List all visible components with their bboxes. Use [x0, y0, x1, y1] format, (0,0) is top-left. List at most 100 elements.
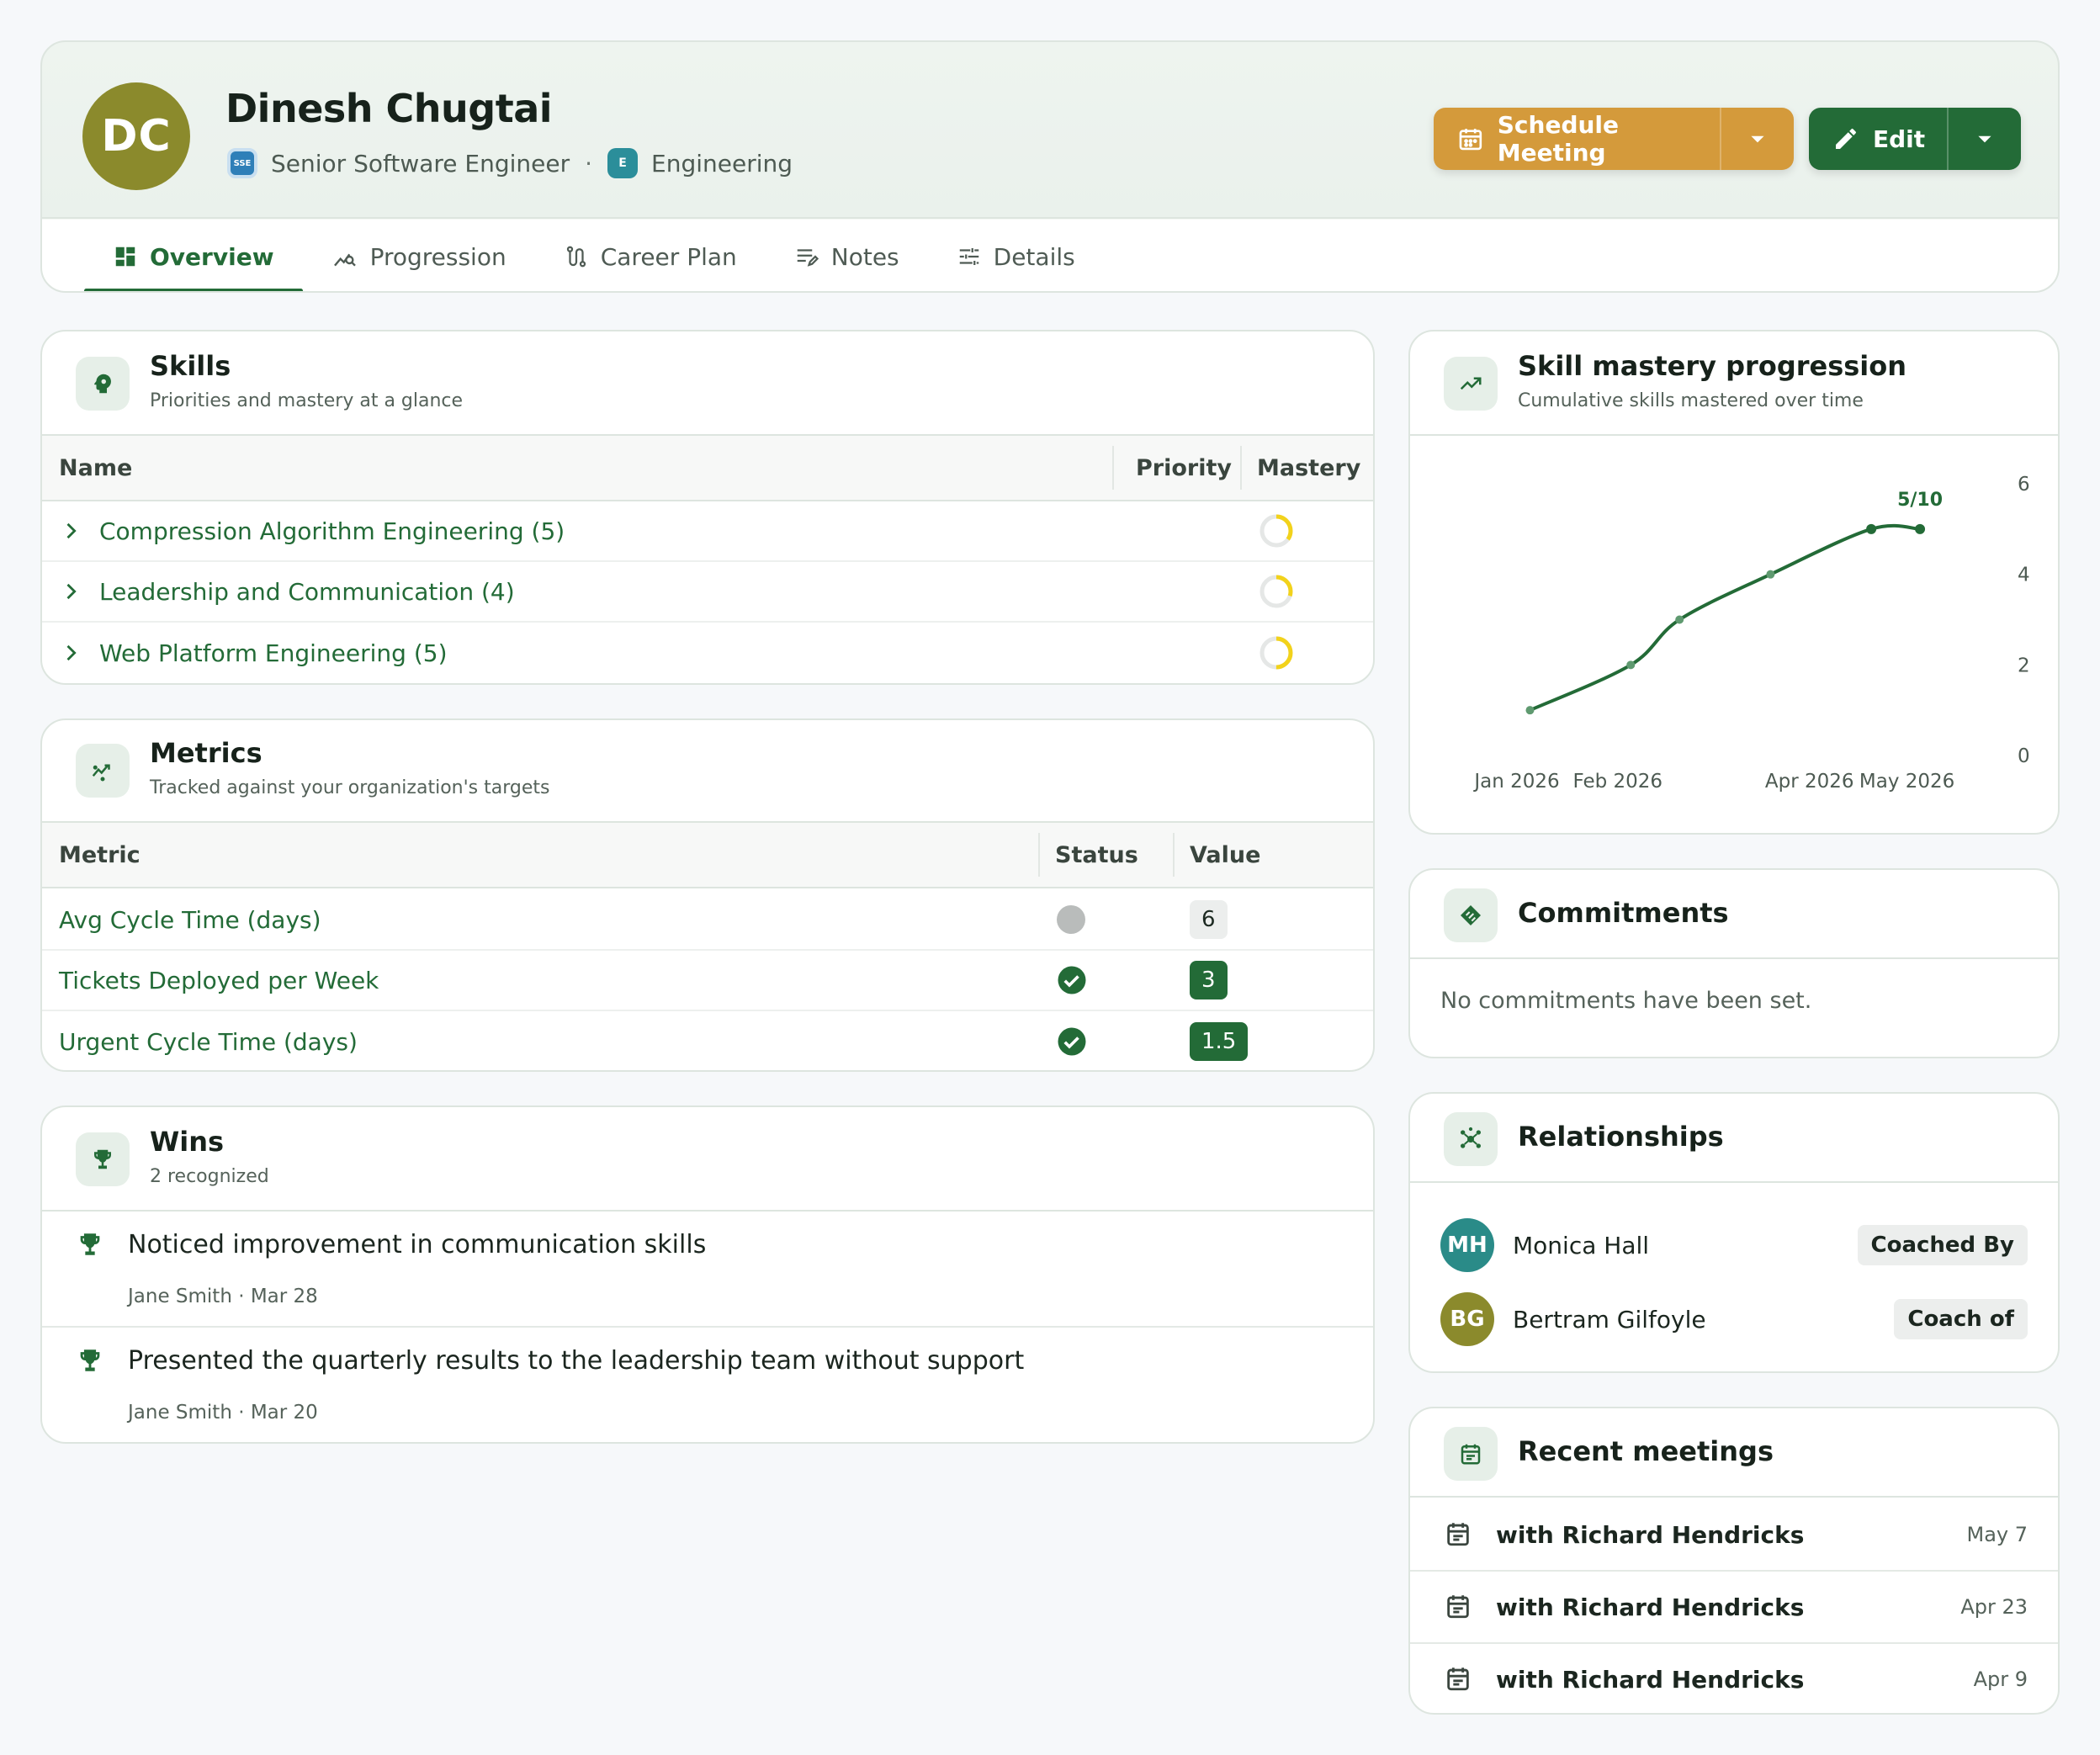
tab-progression[interactable]: Progression — [303, 220, 535, 291]
trend-search-icon — [333, 253, 356, 267]
relationship-name[interactable]: Bertram Gilfoyle — [1513, 1287, 1706, 1351]
notes-icon — [797, 249, 819, 267]
head-trending-up-icon — [1460, 377, 1482, 390]
meeting-date: May 7 — [1966, 1523, 2028, 1546]
skill-row[interactable]: Compression Algorithm Engineering (5) — [42, 501, 1373, 562]
skills-head-icon-wrap — [76, 357, 130, 411]
win-item[interactable]: Noticed improvement in communication ski… — [42, 1212, 1373, 1328]
tab-details[interactable]: Details — [928, 220, 1104, 291]
meeting-row[interactable]: with Richard Hendricks Apr 23 — [1410, 1572, 2058, 1644]
column-priority[interactable]: Priority — [1136, 436, 1232, 500]
separator: · — [585, 149, 593, 178]
route-icon — [566, 246, 586, 268]
pencil-icon — [1836, 128, 1856, 149]
tab-overview[interactable]: Overview — [84, 220, 303, 291]
metric-name[interactable]: Tickets Deployed per Week — [59, 951, 379, 1010]
head-handshake-icon — [1461, 905, 1481, 925]
department-label: Engineering — [651, 149, 793, 178]
column-divider — [1240, 446, 1242, 490]
progression-head-icon-wrap — [1444, 357, 1498, 411]
schedule-meeting-button[interactable]: Schedule Meeting — [1434, 108, 1720, 170]
relationship-name[interactable]: Monica Hall — [1513, 1213, 1649, 1277]
skill-name[interactable]: Leadership and Communication (4) — [99, 562, 515, 621]
tab-notes[interactable]: Notes — [766, 220, 928, 291]
metric-value: 6 — [1190, 890, 1228, 949]
role-chip-icon: SSE — [227, 148, 257, 178]
meeting-title[interactable]: with Richard Hendricks — [1496, 1499, 1804, 1570]
tab-label: Career Plan — [600, 242, 737, 271]
schedule-meeting-group: Schedule Meeting — [1434, 108, 1794, 170]
progression-chart: 0 2 4 6 Jan 2026 Feb 2026 Apr 2026 May 2026 5/10 — [1472, 474, 2030, 793]
tab-label: Progression — [369, 242, 506, 271]
relationships-title: Relationships — [1518, 1121, 1724, 1153]
skill-row[interactable]: Web Platform Engineering (5) — [42, 623, 1373, 683]
win-text: Presented the quarterly results to the l… — [128, 1346, 1025, 1376]
meeting-row[interactable]: with Richard Hendricks May 7 — [1410, 1499, 2058, 1572]
tab-label: Notes — [830, 242, 899, 271]
commitments-card: Commitments No commitments have been set… — [1408, 868, 2060, 1058]
commitments-head-icon-wrap — [1444, 888, 1498, 942]
metrics-table-header: Metric Status Value — [42, 823, 1373, 888]
column-value[interactable]: Value — [1190, 823, 1260, 887]
data-point — [1915, 523, 1926, 534]
column-mastery[interactable]: Mastery — [1257, 436, 1360, 500]
skill-row[interactable]: Leadership and Communication (4) — [42, 562, 1373, 623]
relationship-badge: Coached By — [1857, 1225, 2028, 1265]
relationship-row[interactable]: MH Monica Hall Coached By — [1410, 1213, 2058, 1280]
metrics-header: Metrics Tracked against your organizatio… — [42, 720, 1373, 823]
progression-title: Skill mastery progression — [1518, 350, 1907, 382]
column-name[interactable]: Name — [59, 436, 132, 500]
data-point — [1626, 660, 1636, 670]
column-metric[interactable]: Metric — [59, 823, 141, 887]
commitments-empty-text: No commitments have been set. — [1440, 988, 1812, 1014]
meeting-title[interactable]: with Richard Hendricks — [1496, 1572, 1804, 1642]
tab-career-plan[interactable]: Career Plan — [535, 220, 766, 291]
progression-header: Skill mastery progression Cumulative ski… — [1410, 331, 2058, 436]
calendar-icon — [1459, 129, 1482, 151]
win-item[interactable]: Presented the quarterly results to the l… — [42, 1328, 1373, 1442]
metrics-head-icon-wrap — [76, 744, 130, 798]
commitments-header: Commitments — [1410, 870, 2058, 959]
skills-table-header: Name Priority Mastery — [42, 436, 1373, 501]
value-badge: 1.5 — [1190, 1022, 1249, 1061]
avatar: MH — [1440, 1218, 1494, 1272]
relationship-row[interactable]: BG Bertram Gilfoyle Coach of — [1410, 1287, 2058, 1355]
expand-chevron-icon[interactable] — [59, 501, 82, 560]
expand-chevron-icon[interactable] — [59, 623, 82, 683]
column-status[interactable]: Status — [1055, 823, 1138, 887]
meeting-row[interactable]: with Richard Hendricks Apr 9 — [1410, 1644, 2058, 1713]
metric-row[interactable]: Avg Cycle Time (days) 6 — [42, 890, 1373, 951]
trophy-icon — [80, 1349, 100, 1371]
data-point — [1866, 523, 1877, 534]
data-point — [1525, 706, 1535, 715]
progression-chart-card: Skill mastery progression Cumulative ski… — [1408, 330, 2060, 835]
wins-head-icon-wrap — [76, 1132, 130, 1186]
metric-name[interactable]: Urgent Cycle Time (days) — [59, 1011, 358, 1070]
meeting-date: Apr 23 — [1960, 1595, 2028, 1619]
metric-row[interactable]: Tickets Deployed per Week 3 — [42, 951, 1373, 1011]
win-meta: Jane Smith · Mar 20 — [128, 1402, 318, 1424]
x-tick-label: Feb 2026 — [1573, 771, 1663, 793]
schedule-meeting-dropdown[interactable] — [1720, 108, 1794, 170]
edit-button[interactable]: Edit — [1809, 108, 1947, 170]
skills-subtitle: Priorities and mastery at a glance — [150, 390, 464, 411]
y-tick-label: 6 — [2018, 474, 2030, 496]
department-chip-icon: E — [607, 148, 639, 178]
data-point — [1675, 615, 1684, 624]
meeting-title[interactable]: with Richard Hendricks — [1496, 1644, 1804, 1713]
skill-name[interactable]: Compression Algorithm Engineering (5) — [99, 501, 565, 560]
metric-row[interactable]: Urgent Cycle Time (days) 1.5 — [42, 1011, 1373, 1070]
value-badge: 3 — [1190, 961, 1228, 999]
metric-value: 1.5 — [1190, 1011, 1249, 1070]
relationships-header: Relationships — [1410, 1094, 2058, 1183]
meetings-head-icon-wrap — [1444, 1427, 1498, 1481]
skill-name[interactable]: Web Platform Engineering (5) — [99, 623, 448, 683]
mastery-ring-icon — [1259, 636, 1293, 670]
dashboard-icon — [115, 247, 135, 267]
event-note-icon — [1447, 1595, 1469, 1619]
expand-chevron-icon[interactable] — [59, 562, 82, 621]
edit-dropdown[interactable] — [1947, 108, 2021, 170]
relationships-card: Relationships MH Monica Hall Coached By … — [1408, 1092, 2060, 1373]
metric-name[interactable]: Avg Cycle Time (days) — [59, 890, 321, 949]
y-tick-label: 2 — [2018, 655, 2030, 676]
